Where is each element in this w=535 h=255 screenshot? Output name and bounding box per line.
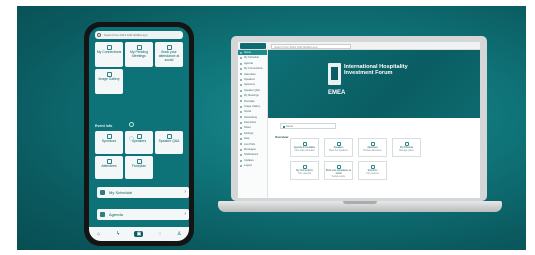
card-sublabel: Manage plans: [399, 149, 414, 152]
meetings-icon: [136, 45, 142, 50]
gallery-icon: [106, 72, 112, 77]
search-icon: [97, 33, 101, 37]
person-nav-icon[interactable]: ♙: [176, 231, 182, 237]
hero-subtitle: EMEA: [328, 90, 346, 96]
web-search-input[interactable]: Search the 2024 IHIF EMEA app: [271, 43, 351, 49]
overview-card[interactable]: Book your attendance at social Social eve…: [324, 161, 353, 180]
section-title: Event Info: [95, 124, 113, 128]
tile-label: My Connections: [96, 50, 122, 54]
tile-speaker-qa[interactable]: Speaker Q&A: [155, 131, 183, 154]
laptop-notch: [343, 201, 377, 204]
calendar-nav-icon[interactable]: ▣: [134, 231, 144, 237]
tile-book-social[interactable]: Book your attendance at social: [155, 42, 183, 67]
mobile-bottom-nav: ⌂ ϟ ▣ ◌ ♙: [89, 227, 189, 241]
mobile-app-screen: Search the 2024 IHIF EMEA app My Connect…: [89, 27, 189, 241]
schedule-icon: [100, 190, 105, 195]
card-sublabel: Browse attendees: [363, 149, 382, 152]
overview-card[interactable]: Attendees Browse attendees: [358, 138, 387, 157]
web-sidebar: Home My Schedule Agenda My Connections Atten…: [238, 50, 268, 198]
card-icon: [370, 165, 375, 169]
ihif-logo-icon: [328, 63, 341, 85]
tile-floorplan[interactable]: Floorplan: [125, 156, 153, 179]
mobile-search-bar[interactable]: Search the 2024 IHIF EMEA app: [95, 31, 183, 39]
card-sublabel: Our partners: [366, 172, 379, 175]
bar-label: Agenda: [109, 212, 123, 217]
breadcrumb[interactable]: Home: [280, 123, 336, 129]
agenda-icon: [100, 212, 105, 217]
tile-label: Image Gallery: [98, 77, 120, 81]
app-logo[interactable]: [240, 43, 266, 49]
attendees-icon: [106, 159, 112, 164]
tile-label: Book your attendance at social: [158, 50, 180, 62]
section-heading: Overview: [275, 135, 289, 139]
floorplan-icon: [136, 159, 142, 164]
overview-card[interactable]: My Connections Your network: [290, 161, 319, 180]
overview-card[interactable]: Speakers Meet the speakers: [324, 138, 353, 157]
overview-card[interactable]: My Schedule Manage plans: [392, 138, 421, 157]
heart-icon: [129, 136, 134, 141]
card-icon: [336, 165, 341, 169]
tile-label: Speakers: [131, 139, 147, 143]
home-nav-icon[interactable]: ⌂: [96, 231, 102, 237]
card-sublabel: Meet the speakers: [329, 149, 348, 152]
connections-icon: [106, 45, 112, 50]
card-icon: [302, 165, 307, 169]
card-icon: [302, 142, 307, 146]
wifi-icon: [129, 122, 134, 127]
web-app-screen: Search the 2024 IHIF EMEA app Home My Sch…: [238, 42, 480, 198]
tile-sponsors[interactable]: Sponsors: [95, 131, 123, 154]
tile-my-pending-meetings[interactable]: My Pending Meetings: [125, 42, 153, 67]
laptop: Search the 2024 IHIF EMEA app Home My Sch…: [231, 36, 487, 201]
tile-label: Speaker Q&A: [158, 139, 180, 143]
bolt-nav-icon[interactable]: ϟ: [115, 231, 121, 237]
sponsors-icon: [106, 134, 112, 139]
card-sublabel: View daily schedule: [294, 149, 315, 152]
mobile-search-placeholder: Search the 2024 IHIF EMEA app: [104, 33, 148, 37]
tile-image-gallery[interactable]: Image Gallery: [95, 69, 123, 94]
promo-background: Search the 2024 IHIF EMEA app My Connect…: [17, 6, 526, 250]
tile-attendees[interactable]: Attendees: [95, 156, 123, 179]
hero-title: International Hospitality Investment For…: [344, 64, 408, 77]
overview-card[interactable]: Sponsors Our partners: [358, 161, 387, 180]
card-sublabel: Social events: [331, 175, 346, 178]
bar-label: My Schedule: [109, 190, 133, 195]
tile-my-connections[interactable]: My Connections: [95, 42, 123, 67]
card-sublabel: Your network: [297, 172, 312, 175]
tile-speakers[interactable]: Speakers: [125, 131, 153, 154]
card-icon: [336, 142, 341, 146]
my-schedule-bar[interactable]: My Schedule ›: [97, 187, 189, 198]
chevron-right-icon: ›: [184, 189, 186, 195]
agenda-bar[interactable]: Agenda ›: [97, 209, 189, 220]
tile-label: My Pending Meetings: [130, 50, 148, 58]
chat-nav-icon[interactable]: ◌: [157, 231, 163, 237]
overview-card[interactable]: Agenda & timetables View daily schedule: [290, 138, 319, 157]
card-icon: [370, 142, 375, 146]
tile-label: Floorplan: [131, 164, 147, 168]
speakers-icon: [136, 134, 142, 139]
sidebar-item[interactable]: Logout: [238, 163, 267, 168]
tile-label: Attendees: [101, 164, 117, 168]
tile-label: Sponsors: [101, 139, 117, 143]
mobile-phone: Search the 2024 IHIF EMEA app My Connect…: [84, 22, 194, 246]
qa-icon: [166, 134, 172, 139]
hero-banner: International Hospitality Investment For…: [268, 50, 480, 118]
card-icon: [404, 142, 409, 146]
chevron-right-icon: ›: [184, 211, 186, 217]
web-top-bar: Search the 2024 IHIF EMEA app: [238, 42, 480, 50]
social-icon: [166, 45, 172, 50]
